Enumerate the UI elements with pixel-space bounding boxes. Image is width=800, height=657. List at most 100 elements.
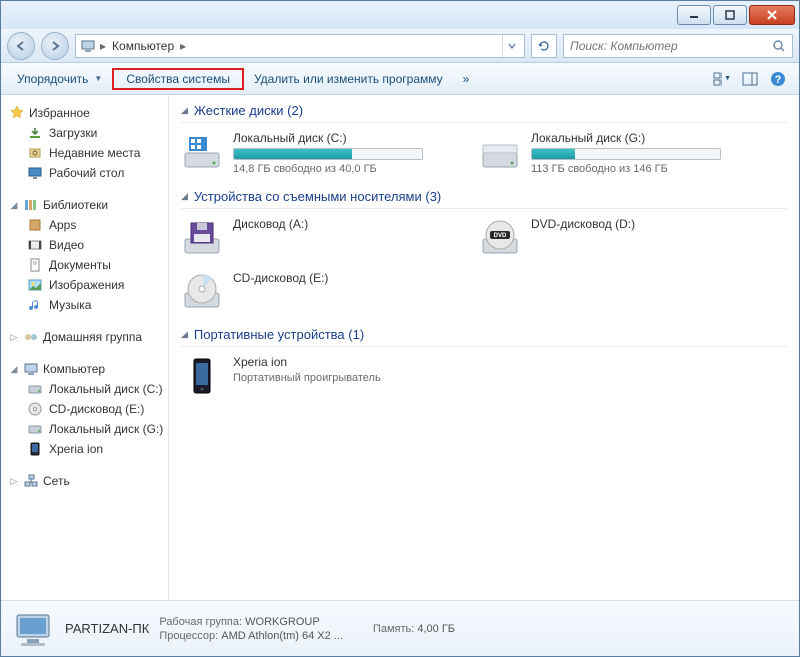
star-icon	[9, 105, 25, 121]
arrow-left-icon	[15, 40, 27, 52]
breadcrumb[interactable]: Компьютер	[110, 39, 176, 53]
sidebar-item-label: Загрузки	[49, 126, 97, 140]
system-properties-button[interactable]: Свойства системы	[112, 68, 244, 90]
drive-meta: 14,8 ГБ свободно из 40,0 ГБ	[233, 163, 423, 175]
sidebar-homegroup: ▷ Домашняя группа	[9, 327, 168, 347]
drive-name: Xperia ion	[233, 355, 381, 369]
uninstall-button[interactable]: Удалить или изменить программу	[244, 68, 453, 90]
images-icon	[27, 277, 43, 293]
hdd-icon	[479, 131, 521, 173]
sidebar-item-xperia[interactable]: Xperia ion	[9, 439, 168, 459]
address-dropdown[interactable]	[502, 35, 520, 57]
breadcrumb-sep: ▸	[96, 39, 110, 53]
memory-value: 4,00 ГБ	[417, 623, 455, 635]
drive-g[interactable]: Локальный диск (G:) 113 ГБ свободно из 1…	[479, 131, 749, 175]
help-button[interactable]: ?	[769, 70, 787, 88]
computer-icon	[23, 361, 39, 377]
hostname: PARTIZAN-ПК	[65, 621, 149, 636]
expand-icon: ◢	[9, 200, 19, 211]
sidebar-favorites-head[interactable]: Избранное	[9, 103, 168, 123]
sidebar-item-label: Документы	[49, 258, 111, 272]
explorer-window: ▸ Компьютер ▸ Упорядочить ▼ Свойства сис…	[0, 0, 800, 657]
sidebar-favorites: Избранное Загрузки Недавние места Рабочи…	[9, 103, 168, 183]
preview-pane-button[interactable]	[741, 70, 759, 88]
category-head[interactable]: ◢ Жесткие диски (2)	[181, 103, 787, 123]
sidebar-item-label: Недавние места	[49, 146, 140, 160]
memory-label: Память:	[373, 623, 414, 635]
sidebar-item-downloads[interactable]: Загрузки	[9, 123, 168, 143]
computer-icon	[11, 607, 55, 651]
sidebar-libraries-head[interactable]: ◢ Библиотеки	[9, 195, 168, 215]
sidebar-label: Сеть	[43, 474, 70, 488]
category-portable: ◢ Портативные устройства (1) Xperia ion …	[181, 327, 787, 397]
drive-info: Локальный диск (G:) 113 ГБ свободно из 1…	[531, 131, 721, 175]
cpu-value: AMD Athlon(tm) 64 X2 ...	[221, 630, 343, 642]
address-bar[interactable]: ▸ Компьютер ▸	[75, 34, 525, 58]
sidebar-item-cd-e[interactable]: CD-дисковод (E:)	[9, 399, 168, 419]
sidebar-item-label: Xperia ion	[49, 442, 103, 456]
sidebar-item-drive-g[interactable]: Локальный диск (G:)	[9, 419, 168, 439]
minimize-button[interactable]	[677, 5, 711, 25]
refresh-button[interactable]	[531, 34, 557, 58]
sidebar-item-music[interactable]: Музыка	[9, 295, 168, 315]
sidebar-item-label: Изображения	[49, 278, 124, 292]
toolbar-more[interactable]: »	[453, 68, 480, 90]
drive-info: DVD-дисковод (D:)	[531, 217, 635, 259]
sidebar-item-drive-c[interactable]: Локальный диск (C:)	[9, 379, 168, 399]
view-mode-button[interactable]: ▼	[713, 70, 731, 88]
capacity-bar	[531, 148, 721, 160]
organize-button[interactable]: Упорядочить ▼	[7, 68, 112, 90]
details-pane: PARTIZAN-ПК Рабочая группа: WORKGROUP Пр…	[1, 600, 799, 656]
more-label: »	[463, 72, 470, 86]
drive-dvd[interactable]: DVD DVD-дисковод (D:)	[479, 217, 749, 259]
sidebar-item-recent[interactable]: Недавние места	[9, 143, 168, 163]
uninstall-label: Удалить или изменить программу	[254, 72, 443, 86]
forward-button[interactable]	[41, 32, 69, 60]
sidebar-label: Компьютер	[43, 362, 105, 376]
homegroup-icon	[23, 329, 39, 345]
category-hdd: ◢ Жесткие диски (2) Локальный диск (C:) …	[181, 103, 787, 175]
close-button[interactable]	[749, 5, 795, 25]
drive-name: DVD-дисковод (D:)	[531, 217, 635, 231]
drive-name: Дисковод (A:)	[233, 217, 308, 231]
back-button[interactable]	[7, 32, 35, 60]
sidebar-label: Библиотеки	[43, 198, 108, 212]
collapse-icon: ◢	[181, 191, 188, 202]
drive-xperia[interactable]: Xperia ion Портативный проигрыватель	[181, 355, 451, 397]
sidebar-item-images[interactable]: Изображения	[9, 275, 168, 295]
maximize-icon	[725, 10, 735, 20]
category-title: Портативные устройства (1)	[194, 327, 364, 342]
search-box[interactable]	[563, 34, 793, 58]
sidebar-item-label: Видео	[49, 238, 84, 252]
sidebar-label: Избранное	[29, 106, 90, 120]
drive-info: Дисковод (A:)	[233, 217, 308, 259]
drive-name: CD-дисковод (E:)	[233, 271, 328, 285]
sidebar-item-docs[interactable]: Документы	[9, 255, 168, 275]
drive-cd[interactable]: CD-дисковод (E:)	[181, 271, 451, 313]
main-area: Избранное Загрузки Недавние места Рабочи…	[1, 95, 799, 600]
category-head[interactable]: ◢ Портативные устройства (1)	[181, 327, 787, 347]
hdd-icon	[27, 421, 43, 437]
chevron-down-icon	[508, 42, 516, 50]
sidebar-network-head[interactable]: ▷ Сеть	[9, 471, 168, 491]
sidebar-item-desktop[interactable]: Рабочий стол	[9, 163, 168, 183]
sidebar-item-video[interactable]: Видео	[9, 235, 168, 255]
network-icon	[23, 473, 39, 489]
video-icon	[27, 237, 43, 253]
workgroup-value: WORKGROUP	[245, 616, 320, 628]
category-head[interactable]: ◢ Устройства со съемными носителями (3)	[181, 189, 787, 209]
maximize-button[interactable]	[713, 5, 747, 25]
drive-c[interactable]: Локальный диск (C:) 14,8 ГБ свободно из …	[181, 131, 451, 175]
sidebar-item-apps[interactable]: Apps	[9, 215, 168, 235]
sidebar-computer-head[interactable]: ◢ Компьютер	[9, 359, 168, 379]
sidebar-item-label: Apps	[49, 218, 76, 232]
search-icon	[772, 39, 786, 53]
drive-info: Xperia ion Портативный проигрыватель	[233, 355, 381, 397]
sidebar-network: ▷ Сеть	[9, 471, 168, 491]
docs-icon	[27, 257, 43, 273]
search-input[interactable]	[570, 39, 768, 53]
sidebar-homegroup-head[interactable]: ▷ Домашняя группа	[9, 327, 168, 347]
drive-floppy[interactable]: Дисковод (A:)	[181, 217, 451, 259]
navbar: ▸ Компьютер ▸	[1, 29, 799, 63]
capacity-bar	[233, 148, 423, 160]
